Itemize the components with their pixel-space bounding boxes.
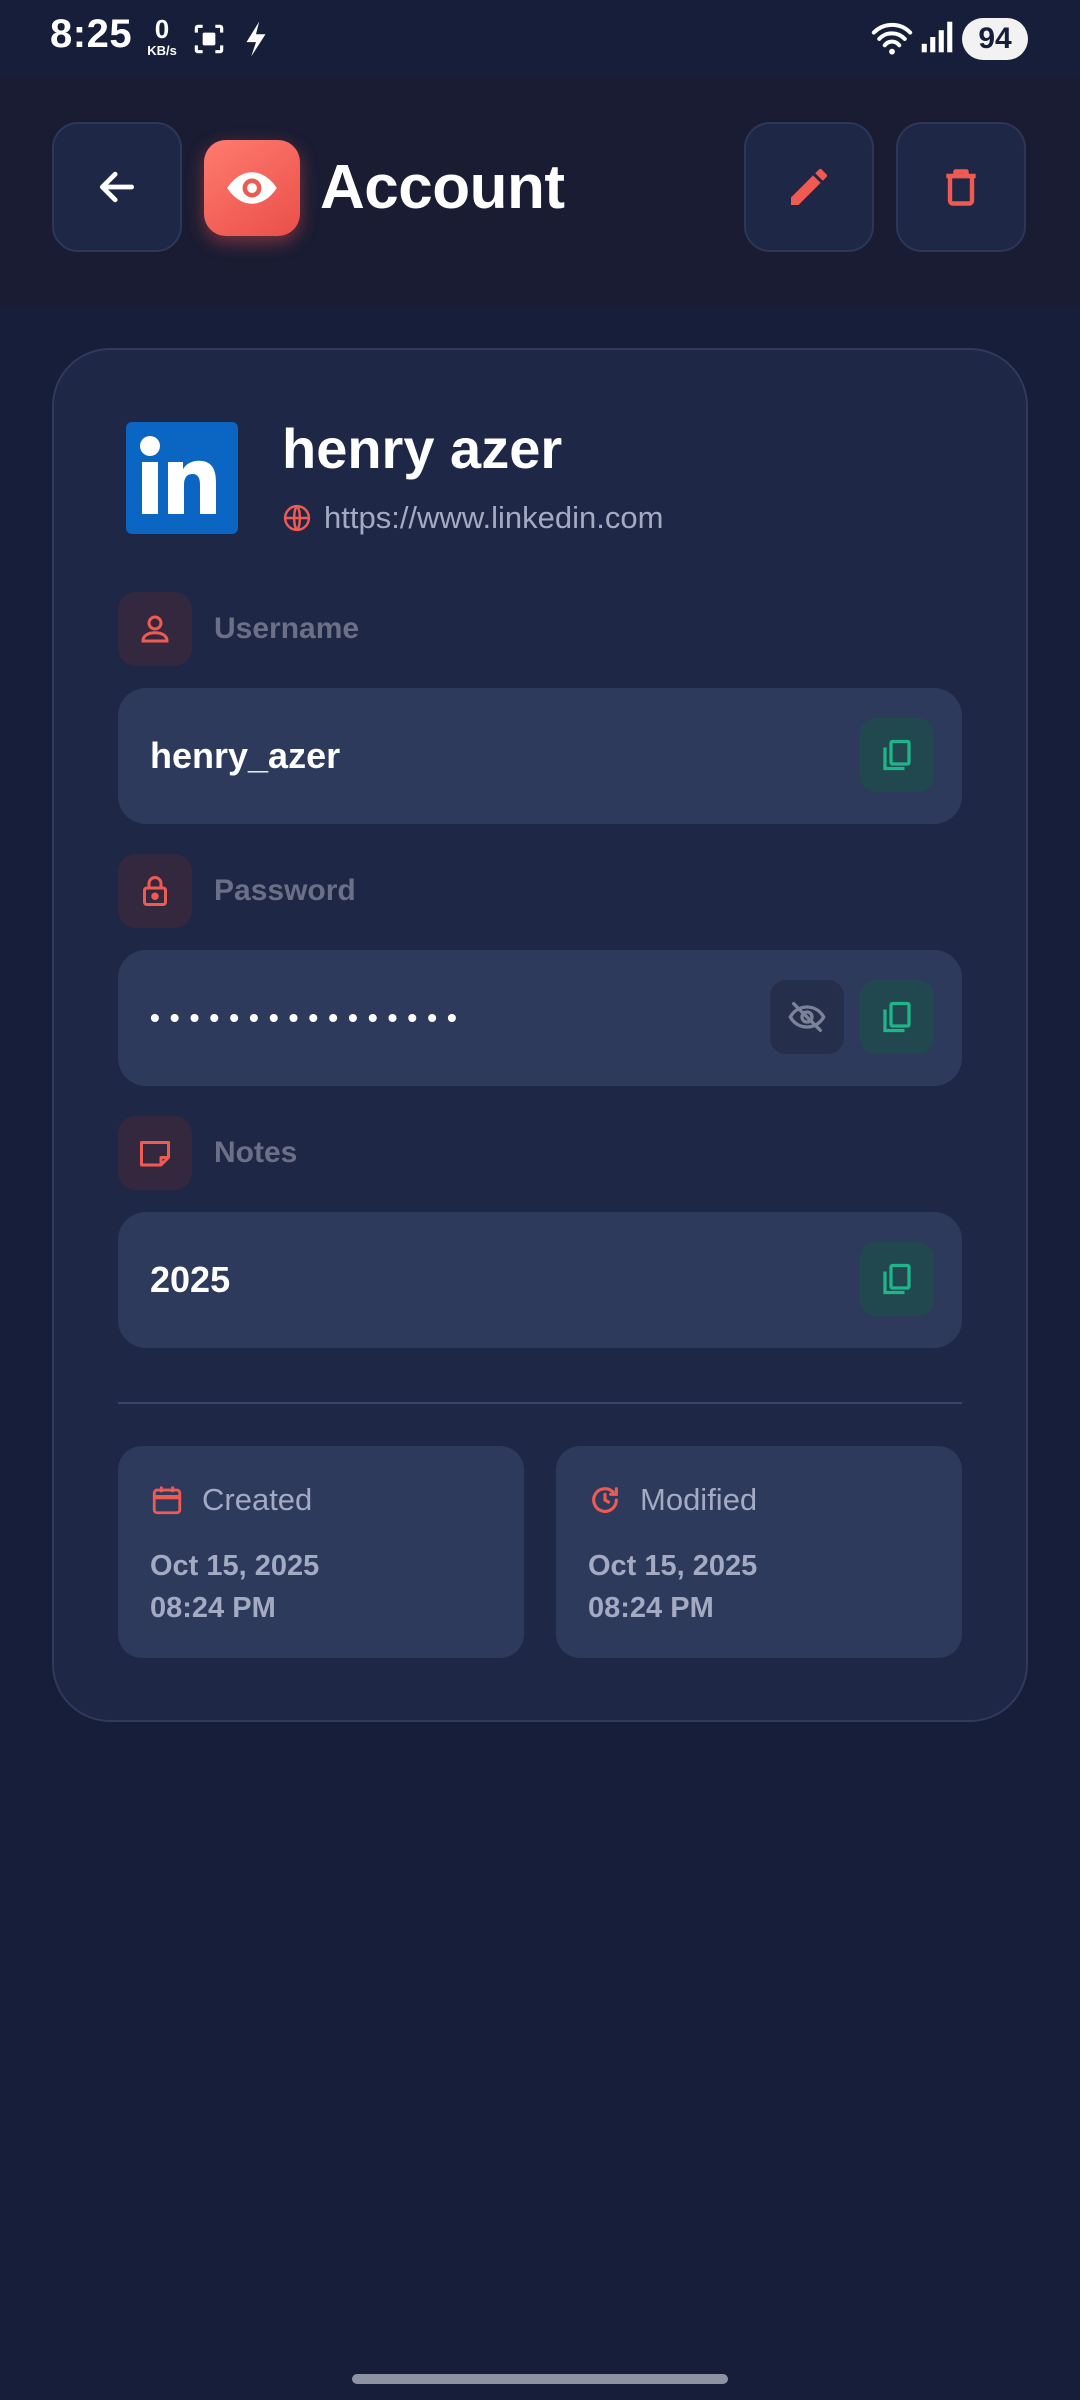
- network-speed-unit: KB/s: [147, 43, 177, 58]
- copy-notes-button[interactable]: [860, 1242, 934, 1316]
- edit-button[interactable]: [744, 122, 874, 252]
- wifi-icon: [870, 18, 914, 63]
- entry-url-row: https://www.linkedin.com: [282, 500, 663, 536]
- username-value: henry_azer: [150, 735, 341, 776]
- person-icon: [141, 615, 169, 643]
- username-label: Username: [214, 612, 360, 645]
- password-label-chip: [118, 854, 192, 928]
- home-indicator[interactable]: [352, 2374, 728, 2384]
- created-time: 08:24 PM: [150, 1592, 276, 1624]
- notes-label: Notes: [214, 1136, 298, 1169]
- note-icon: [140, 1141, 170, 1167]
- modified-label: Modified: [640, 1482, 758, 1517]
- refresh-icon: [592, 1487, 618, 1513]
- copy-icon: [883, 1263, 911, 1295]
- password-field: ••••••••••••••••: [118, 950, 962, 1086]
- arrow-left-icon: [99, 171, 135, 203]
- copy-password-button[interactable]: [860, 980, 934, 1054]
- notes-field: 2025: [118, 1212, 962, 1348]
- globe-icon: [283, 504, 311, 532]
- page-title: Account: [320, 153, 565, 222]
- pencil-icon: [791, 168, 827, 205]
- network-speed: 0 KB/s: [140, 16, 184, 57]
- password-value: ••••••••••••••••: [150, 1002, 467, 1033]
- delete-button[interactable]: [896, 122, 1026, 252]
- toggle-password-visibility-button[interactable]: [770, 980, 844, 1054]
- modified-date: Oct 15, 2025: [588, 1550, 758, 1582]
- calendar-icon: [152, 1486, 182, 1515]
- modified-box: Modified Oct 15, 2025 08:24 PM: [556, 1446, 962, 1658]
- password-label: Password: [214, 874, 356, 907]
- copy-icon: [883, 1001, 911, 1033]
- modified-time: 08:24 PM: [588, 1592, 714, 1624]
- back-button[interactable]: [52, 122, 182, 252]
- username-field: henry_azer: [118, 688, 962, 824]
- eye-icon: [227, 172, 277, 204]
- created-header: Created: [150, 1482, 312, 1518]
- network-speed-value: 0: [154, 14, 170, 44]
- app-header: Account: [0, 78, 1080, 306]
- flash-icon: [240, 20, 272, 63]
- username-label-chip: [118, 592, 192, 666]
- entry-title: henry azer: [282, 417, 563, 480]
- entry-url[interactable]: https://www.linkedin.com: [324, 500, 663, 536]
- linkedin-logo: [126, 422, 238, 534]
- signal-icon: [920, 20, 954, 59]
- status-time: 8:25: [50, 12, 133, 56]
- password-label-row: Password: [118, 854, 356, 928]
- created-box: Created Oct 15, 2025 08:24 PM: [118, 1446, 524, 1658]
- battery-indicator: 94: [962, 18, 1028, 60]
- screenshot-icon: [190, 20, 228, 63]
- username-label-row: Username: [118, 592, 359, 666]
- entry-card: henry azer https://www.linkedin.com User…: [52, 348, 1028, 1722]
- eye-off-icon: [788, 1002, 826, 1032]
- status-bar: 8:25 0 KB/s 94: [0, 0, 1080, 78]
- screen: 8:25 0 KB/s 94 Account henry azer https:…: [0, 0, 1080, 2400]
- trash-icon: [946, 169, 976, 206]
- modified-header: Modified: [588, 1482, 757, 1518]
- notes-label-chip: [118, 1116, 192, 1190]
- created-label: Created: [202, 1482, 313, 1517]
- app-badge: [204, 140, 300, 236]
- notes-value: 2025: [150, 1259, 231, 1300]
- copy-username-button[interactable]: [860, 718, 934, 792]
- created-date: Oct 15, 2025: [150, 1550, 320, 1582]
- copy-icon: [883, 739, 911, 771]
- notes-label-row: Notes: [118, 1116, 297, 1190]
- divider: [118, 1402, 962, 1404]
- lock-icon: [143, 876, 167, 906]
